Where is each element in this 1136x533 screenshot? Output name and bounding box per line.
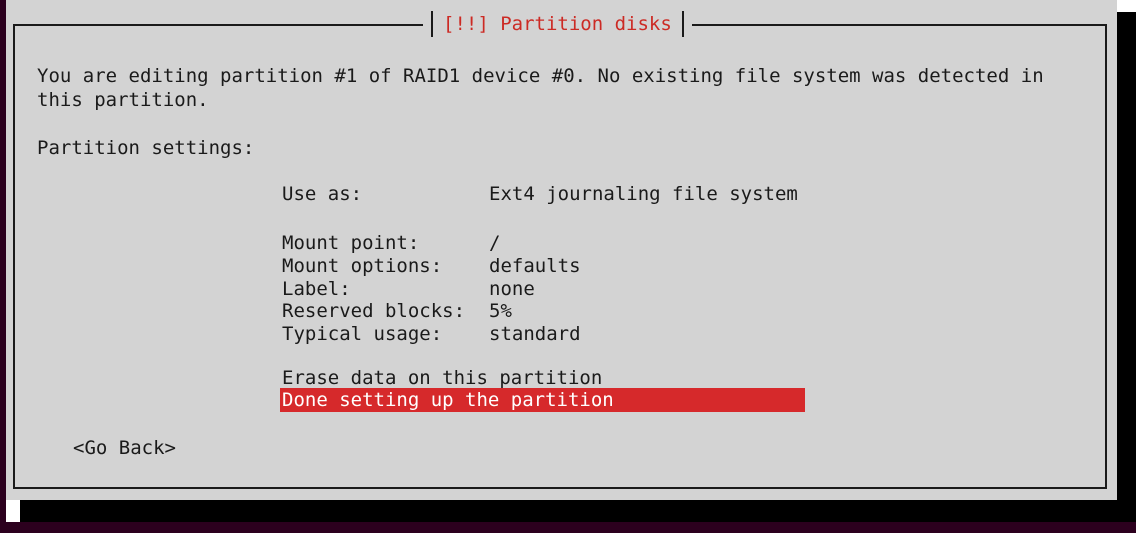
settings-header: Partition settings: [37, 137, 255, 159]
dialog-title: [!!] Partition disks [443, 13, 672, 35]
setting-mount-options-value[interactable]: defaults [489, 254, 581, 278]
go-back-button[interactable]: <Go Back> [73, 436, 176, 460]
installer-screen: [!!] Partition disks You are editing par… [0, 0, 1136, 533]
setting-reserved-blocks[interactable]: Reserved blocks: [282, 299, 465, 323]
setting-use-as[interactable]: Use as: [282, 182, 362, 206]
done-setting-up-option[interactable]: Done setting up the partition [280, 388, 805, 412]
setting-label[interactable]: Label: [282, 277, 351, 301]
title-right-tick [681, 11, 684, 37]
setting-mount-point-value[interactable]: / [489, 231, 500, 255]
description-line-2: this partition. [37, 89, 209, 111]
terminal-background-bottom [0, 522, 1136, 533]
description-line-1: You are editing partition #1 of RAID1 de… [37, 65, 1044, 87]
setting-typical-usage-value[interactable]: standard [489, 322, 581, 346]
setting-mount-options[interactable]: Mount options: [282, 254, 442, 278]
setting-label-value[interactable]: none [489, 277, 535, 301]
erase-data-option[interactable]: Erase data on this partition [280, 366, 805, 390]
setting-typical-usage[interactable]: Typical usage: [282, 322, 442, 346]
setting-reserved-blocks-value[interactable]: 5% [489, 299, 512, 323]
setting-mount-point[interactable]: Mount point: [282, 231, 419, 255]
dialog-shadow-right [1117, 12, 1136, 522]
dialog-shadow-bottom [20, 500, 1136, 522]
dialog-title-bar: [!!] Partition disks [423, 10, 692, 38]
setting-use-as-value[interactable]: Ext4 journaling file system [489, 182, 798, 206]
